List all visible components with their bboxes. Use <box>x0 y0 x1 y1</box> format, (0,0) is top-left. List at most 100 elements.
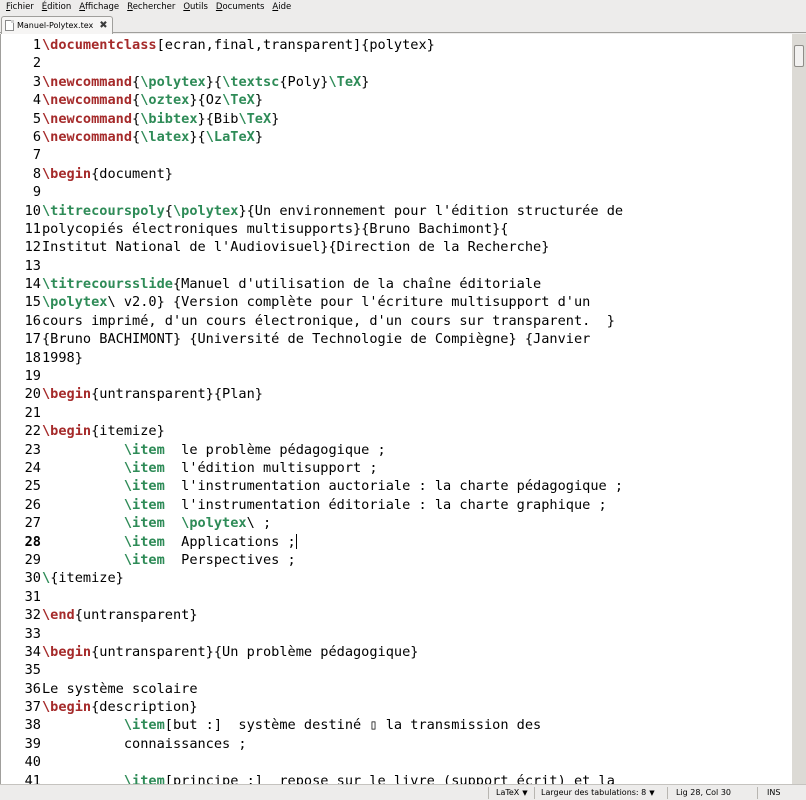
code-text: [ecran,final,transparent]{polytex} <box>156 37 435 53</box>
code-line[interactable]: 25 \item l'instrumentation auctoriale : … <box>1 477 792 495</box>
code-text: {untransparent}{Plan} <box>91 386 263 403</box>
code-line[interactable]: 40 <box>1 753 792 771</box>
code-line[interactable]: 9 <box>1 183 792 201</box>
code-text: {untransparent} <box>74 607 198 624</box>
latex-command: \bibtex <box>140 110 198 127</box>
code-line[interactable]: 14 \titrecoursslide{Manuel d'utilisation … <box>1 275 792 293</box>
line-number: 8 <box>32 165 41 182</box>
line-content: \item l'instrumentation auctoriale : la … <box>42 477 792 495</box>
code-line[interactable]: 13 <box>1 257 792 275</box>
code-line[interactable]: 34 \begin{untransparent}{Un problème péda… <box>1 643 792 661</box>
code-text: 1998} <box>42 349 83 366</box>
code-line[interactable]: 19 <box>1 367 792 385</box>
code-line[interactable]: 5 \newcommand{\bibtex}{Bib\TeX} <box>1 110 792 128</box>
line-content: \polytex\ v2.0} {Version complète pour l… <box>42 293 792 311</box>
code-line[interactable]: 33 <box>1 625 792 643</box>
code-line[interactable]: 28 \item Applications ; <box>1 533 792 551</box>
code-line[interactable]: 1 \documentclass[ecran,final,transparent]… <box>1 36 792 54</box>
code-line[interactable]: 22 \begin{itemize} <box>1 422 792 440</box>
line-content <box>42 257 792 275</box>
line-content: \item[principe :] repose sur le livre (s… <box>42 772 792 784</box>
code-line[interactable]: 7 <box>1 146 792 164</box>
code-text: \ v2.0} {Version complète pour l'écritur… <box>107 294 591 311</box>
vertical-scrollbar[interactable] <box>792 34 806 784</box>
menu-item-outils[interactable]: Outils <box>179 0 212 15</box>
latex-command: \TeX <box>328 73 362 90</box>
code-line[interactable]: 8 \begin{document} <box>1 165 792 183</box>
code-line[interactable]: 15 \polytex\ v2.0} {Version complète pour… <box>1 293 792 311</box>
code-line[interactable]: 36 Le système scolaire <box>1 680 792 698</box>
code-line[interactable]: 17 {Bruno BACHIMONT} {Université de Techn… <box>1 330 792 348</box>
code-text: connaissances ; <box>42 735 247 752</box>
code-line[interactable]: 20 \begin{untransparent}{Plan} <box>1 385 792 403</box>
code-line[interactable]: 12 Institut National de l'Audiovisuel}{Di… <box>1 238 792 256</box>
language-selector[interactable]: LaTeX ▼ <box>496 786 528 800</box>
code-text: } <box>254 128 263 145</box>
code-line[interactable]: 18 1998} <box>1 349 792 367</box>
tab-manuel-polytex[interactable]: Manuel-Polytex.tex ✖ <box>1 16 113 34</box>
line-number: 15 <box>24 294 41 311</box>
code-line[interactable]: 37 \begin{description} <box>1 698 792 716</box>
menu-item-affichage[interactable]: Affichage <box>75 0 123 15</box>
code-line[interactable]: 3 \newcommand{\polytex}{\textsc{Poly}\TeX… <box>1 73 792 91</box>
line-content: \begin{itemize} <box>42 422 792 440</box>
tab-width-label: Largeur des tabulations: 8 <box>541 788 647 797</box>
latex-command: \documentclass <box>42 37 157 53</box>
scrollbar-thumb[interactable] <box>794 45 804 67</box>
line-number: 20 <box>24 386 41 403</box>
code-line[interactable]: 39 connaissances ; <box>1 735 792 753</box>
latex-command: \titrecourspoly <box>42 202 165 219</box>
code-line[interactable]: 35 <box>1 661 792 679</box>
code-line[interactable]: 30 \{itemize} <box>1 569 792 587</box>
line-number: 2 <box>32 55 41 72</box>
code-text: }{Oz <box>189 92 223 109</box>
menu-item-fichier[interactable]: Fichier <box>2 0 38 15</box>
code-line[interactable]: 16 cours imprimé, d'un cours électronique… <box>1 312 792 330</box>
code-line[interactable]: 21 <box>1 404 792 422</box>
line-number: 13 <box>24 257 41 274</box>
code-line[interactable]: 10 \titrecourspoly{\polytex}{Un environne… <box>1 202 792 220</box>
code-text: { <box>132 110 141 127</box>
code-text: {itemize} <box>50 570 124 587</box>
code-line[interactable]: 11 polycopiés électroniques multisupports… <box>1 220 792 238</box>
line-number: 19 <box>24 368 41 385</box>
line-content <box>42 661 792 679</box>
line-content: \item[but :] système destiné ▯ la transm… <box>42 716 792 734</box>
code-text: } <box>254 92 264 109</box>
line-content <box>42 54 792 72</box>
menu-item-rechercher[interactable]: Rechercher <box>123 0 179 15</box>
line-number: 27 <box>24 515 41 532</box>
text-editor[interactable]: 1 \documentclass[ecran,final,transparent]… <box>0 34 792 784</box>
line-content: 1998} <box>42 349 792 367</box>
latex-command: \end <box>42 607 75 624</box>
code-text: Le système scolaire <box>42 680 198 697</box>
code-line[interactable]: 2 <box>1 54 792 72</box>
code-line[interactable]: 24 \item l'édition multisupport ; <box>1 459 792 477</box>
latex-command: \oztex <box>140 92 190 109</box>
code-line[interactable]: 41 \item[principe :] repose sur le livre… <box>1 772 792 784</box>
tab-width-selector[interactable]: Largeur des tabulations: 8 ▼ <box>541 786 655 800</box>
code-text: { <box>132 73 141 90</box>
code-line[interactable]: 29 \item Perspectives ; <box>1 551 792 569</box>
latex-command: \begin <box>42 423 92 440</box>
code-line[interactable]: 32 \end{untransparent} <box>1 606 792 624</box>
code-line[interactable]: 6 \newcommand{\latex}{\LaTeX} <box>1 128 792 146</box>
code-line[interactable]: 26 \item l'instrumentation éditoriale : … <box>1 496 792 514</box>
code-line[interactable]: 27 \item \polytex\ ; <box>1 514 792 532</box>
code-line[interactable]: 23 \item le problème pédagogique ; <box>1 441 792 459</box>
menu-item-aide[interactable]: Aide <box>268 0 295 15</box>
menu-item-édition[interactable]: Édition <box>38 0 75 15</box>
latex-command: \polytex <box>172 202 239 219</box>
close-icon[interactable]: ✖ <box>99 20 107 31</box>
line-content: \begin{document} <box>42 165 792 183</box>
menu-item-documents[interactable]: Documents <box>212 0 268 15</box>
line-number: 38 <box>24 717 41 734</box>
code-line[interactable]: 4 \newcommand{\oztex}{Oz\TeX} <box>1 91 792 109</box>
code-line[interactable]: 38 \item[but :] système destiné ▯ la tra… <box>1 716 792 734</box>
code-text: } <box>361 73 370 90</box>
line-content: \newcommand{\latex}{\LaTeX} <box>42 128 792 146</box>
latex-command: \item <box>123 478 165 495</box>
code-line[interactable]: 31 <box>1 588 792 606</box>
